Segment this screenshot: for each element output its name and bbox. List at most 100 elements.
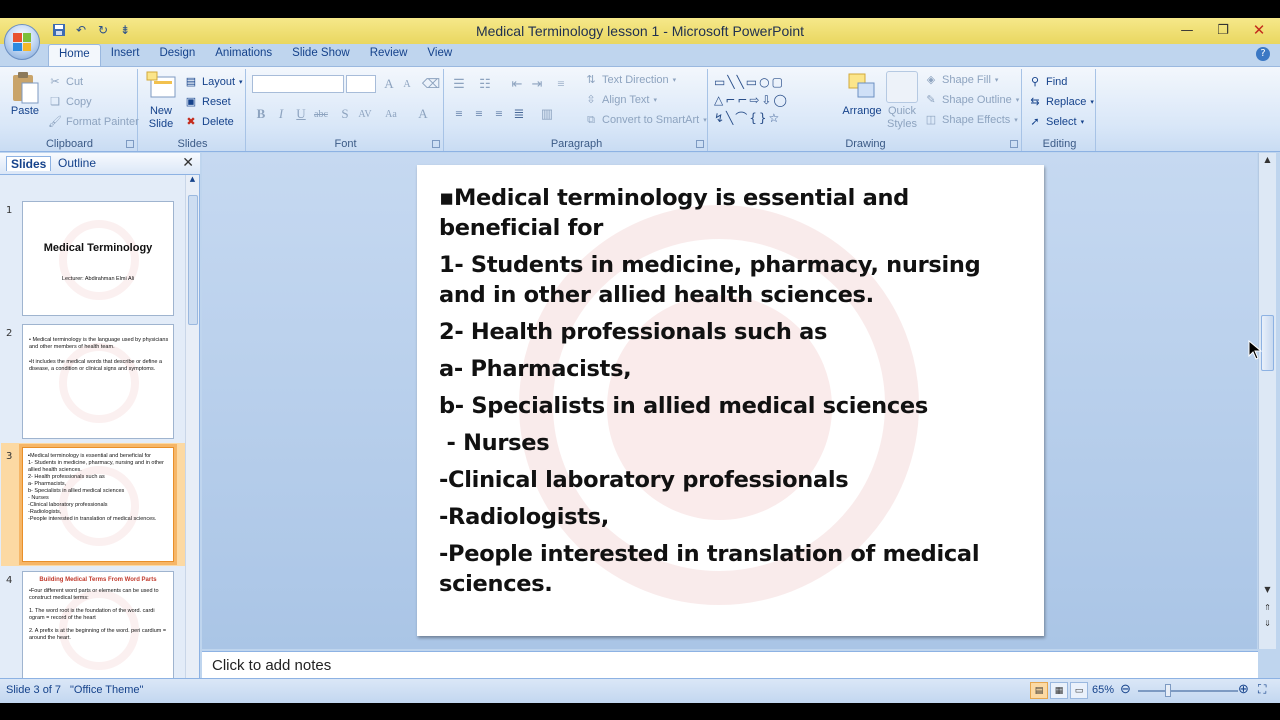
zoom-slider[interactable] bbox=[1138, 690, 1238, 692]
zoom-in-icon[interactable]: ⊕ bbox=[1238, 681, 1249, 697]
columns-icon[interactable]: ▥ bbox=[538, 105, 556, 123]
tab-outline[interactable]: Outline bbox=[58, 156, 96, 170]
slides-pane-scroll-thumb[interactable] bbox=[188, 195, 198, 325]
zoom-out-icon[interactable]: ⊖ bbox=[1120, 681, 1131, 697]
align-left-icon[interactable]: ≡ bbox=[450, 105, 468, 123]
reset-label: Reset bbox=[202, 96, 231, 108]
current-slide[interactable]: ▪Medical terminology is essential and be… bbox=[417, 165, 1044, 636]
scroll-down-icon[interactable]: ▼ bbox=[1259, 585, 1276, 599]
office-button[interactable] bbox=[4, 24, 40, 60]
previous-slide-icon[interactable]: ⇑ bbox=[1259, 603, 1276, 617]
slide-show-icon[interactable]: ▭ bbox=[1070, 682, 1088, 699]
shape-fill-button[interactable]: ◈ Shape Fill ▾ bbox=[924, 73, 999, 87]
find-button[interactable]: ⚲ Find bbox=[1028, 75, 1067, 89]
paste-label: Paste bbox=[10, 105, 40, 117]
slide-thumbnail-4[interactable]: Building Medical Terms From Word Parts •… bbox=[22, 571, 174, 686]
line-spacing-icon[interactable]: ≡ bbox=[552, 75, 570, 93]
numbering-icon[interactable]: ☷ bbox=[476, 75, 494, 93]
clear-formatting-icon[interactable]: ⌫ bbox=[422, 75, 440, 93]
slide-body-text[interactable]: ▪Medical terminology is essential and be… bbox=[439, 183, 1029, 606]
shrink-font-icon[interactable]: A bbox=[398, 75, 416, 93]
strikethrough-icon[interactable]: abc bbox=[312, 105, 330, 123]
quick-styles-button[interactable]: Quick Styles bbox=[884, 71, 920, 131]
help-icon[interactable]: ? bbox=[1256, 47, 1270, 61]
font-size-combo[interactable] bbox=[346, 75, 376, 93]
new-slide-icon bbox=[145, 71, 177, 103]
grow-font-icon[interactable]: A bbox=[380, 75, 398, 93]
scroll-up-icon[interactable]: ▲ bbox=[1259, 155, 1276, 169]
slide-thumbnail-3[interactable]: ▪Medical terminology is essential and be… bbox=[19, 444, 177, 565]
align-text-button[interactable]: ⇳ Align Text ▾ bbox=[584, 93, 657, 107]
font-launcher-icon[interactable] bbox=[432, 140, 440, 148]
tab-slide-show[interactable]: Slide Show bbox=[282, 44, 360, 66]
align-right-icon[interactable]: ≡ bbox=[490, 105, 508, 123]
convert-smartart-button[interactable]: ⧉ Convert to SmartArt ▾ bbox=[584, 113, 707, 127]
shapes-gallery[interactable]: ▭╲╲▭○▢ △⌐⌐⇨⇩◯ ↯╲⌒{}☆ bbox=[714, 73, 834, 129]
align-center-icon[interactable]: ≡ bbox=[470, 105, 488, 123]
paragraph-launcher-icon[interactable] bbox=[696, 140, 704, 148]
thumbnail-line: b- Specialists in allied medical science… bbox=[28, 488, 125, 494]
find-label: Find bbox=[1046, 76, 1068, 88]
slide-sorter-icon[interactable]: ▦ bbox=[1050, 682, 1068, 699]
shape-outline-button[interactable]: ✎ Shape Outline ▾ bbox=[924, 93, 1019, 107]
tab-insert[interactable]: Insert bbox=[101, 44, 150, 66]
format-painter-button[interactable]: 🖌 Format Painter bbox=[48, 115, 139, 129]
tab-design[interactable]: Design bbox=[149, 44, 205, 66]
italic-icon[interactable]: I bbox=[272, 105, 290, 123]
paste-icon bbox=[9, 71, 41, 104]
font-name-combo[interactable] bbox=[252, 75, 344, 93]
slide-scroll-thumb[interactable] bbox=[1261, 315, 1274, 371]
text-shadow-icon[interactable]: S bbox=[336, 105, 354, 123]
paste-button[interactable]: Paste bbox=[6, 71, 44, 118]
slide-line: -People interested in translation of med… bbox=[439, 541, 980, 597]
replace-label: Replace bbox=[1046, 96, 1087, 108]
close-icon[interactable]: ✕ bbox=[1244, 20, 1274, 40]
normal-view-icon[interactable]: ▤ bbox=[1030, 682, 1048, 699]
close-pane-icon[interactable]: ✕ bbox=[182, 155, 194, 171]
theme-name: "Office Theme" bbox=[70, 684, 144, 696]
slide-thumbnail-2[interactable]: • Medical terminology is the language us… bbox=[22, 324, 174, 439]
bullets-icon[interactable]: ☰ bbox=[450, 75, 468, 93]
justify-icon[interactable]: ≣ bbox=[510, 105, 528, 123]
tab-review[interactable]: Review bbox=[360, 44, 418, 66]
underline-icon[interactable]: U bbox=[292, 105, 310, 123]
change-case-icon[interactable]: Aa bbox=[382, 105, 400, 123]
shape-effects-button[interactable]: ◫ Shape Effects ▾ bbox=[924, 113, 1018, 127]
slide-counter: Slide 3 of 7 bbox=[6, 684, 62, 696]
increase-indent-icon[interactable]: ⇥ bbox=[528, 75, 546, 93]
slide-line: a- Pharmacists, bbox=[439, 356, 632, 382]
drawing-launcher-icon[interactable] bbox=[1010, 140, 1018, 148]
reset-button[interactable]: ▣ Reset bbox=[184, 95, 231, 109]
character-spacing-icon[interactable]: AV bbox=[356, 105, 374, 123]
effects-icon: ◫ bbox=[925, 114, 937, 126]
tab-slides[interactable]: Slides bbox=[6, 156, 52, 171]
next-slide-icon[interactable]: ⇓ bbox=[1259, 619, 1276, 633]
zoom-slider-thumb[interactable] bbox=[1165, 684, 1171, 697]
slide-thumbnail-1[interactable]: Medical Terminology Lecturer: Abdirahman… bbox=[22, 201, 174, 316]
new-slide-button[interactable]: New Slide bbox=[142, 71, 180, 131]
slides-pane-scrollbar[interactable]: ▲ bbox=[185, 175, 199, 678]
layout-button[interactable]: ▤ Layout ▾ bbox=[184, 75, 243, 89]
notes-pane[interactable]: Click to add notes bbox=[202, 651, 1258, 678]
select-button[interactable]: ➚ Select ▾ bbox=[1028, 115, 1084, 129]
clipboard-launcher-icon[interactable] bbox=[126, 140, 134, 148]
bold-icon[interactable]: B bbox=[252, 105, 270, 123]
align-text-icon: ⇳ bbox=[586, 94, 596, 106]
minimize-icon[interactable]: — bbox=[1172, 20, 1202, 40]
font-color-icon[interactable]: A bbox=[414, 105, 432, 123]
restore-icon[interactable]: ❐ bbox=[1208, 20, 1238, 40]
fit-to-window-icon[interactable]: ⛶ bbox=[1258, 682, 1266, 697]
delete-button[interactable]: ✖ Delete bbox=[184, 115, 233, 129]
tab-animations[interactable]: Animations bbox=[205, 44, 282, 66]
tab-view[interactable]: View bbox=[417, 44, 462, 66]
replace-button[interactable]: ⇆ Replace ▾ bbox=[1028, 95, 1093, 109]
slides-pane: Slides Outline ✕ 1 Medical Terminology L… bbox=[0, 153, 200, 686]
tab-home[interactable]: Home bbox=[48, 44, 101, 66]
text-direction-button[interactable]: ⇅ Text Direction ▾ bbox=[584, 73, 676, 87]
slide-scrollbar[interactable]: ▲ ▼ ⇑ ⇓ bbox=[1258, 153, 1276, 649]
scroll-up-icon[interactable]: ▲ bbox=[186, 175, 199, 187]
decrease-indent-icon[interactable]: ⇤ bbox=[508, 75, 526, 93]
cut-button[interactable]: ✂ Cut bbox=[48, 75, 83, 89]
copy-button[interactable]: ❏ Copy bbox=[48, 95, 92, 109]
arrange-button[interactable]: Arrange bbox=[840, 71, 884, 118]
